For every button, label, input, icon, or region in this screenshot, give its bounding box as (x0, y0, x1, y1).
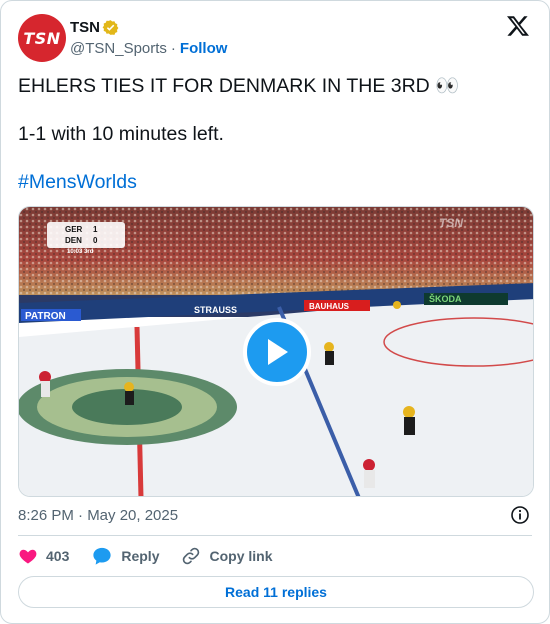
action-bar: 403 Reply Copy link (18, 544, 295, 568)
x-logo-icon[interactable] (506, 14, 530, 38)
tweet-text: EHLERS TIES IT FOR DENMARK IN THE 3RD 👀 … (18, 74, 528, 218)
tweet-embed-card: TSN TSN @TSN_Sports · Follow EHLERS TIES… (0, 0, 550, 624)
board-ad-skoda: ŠKODA (429, 293, 462, 304)
team1-score: 1 (93, 225, 98, 234)
scoreboard-overlay: GER 1 DEN 0 10:03 3rd (47, 222, 125, 255)
avatar[interactable]: TSN (18, 14, 66, 62)
tweet-timestamp[interactable]: 8:26 PM · May 20, 2025 (18, 507, 178, 524)
tweet-line-1: EHLERS TIES IT FOR DENMARK IN THE 3RD 👀 (18, 75, 460, 97)
timestamp-row: 8:26 PM · May 20, 2025 (18, 505, 532, 525)
read-replies-button[interactable]: Read 11 replies (18, 576, 534, 608)
tweet-header: TSN TSN @TSN_Sports · Follow (18, 14, 532, 64)
board-ad-bauhaus: BAUHAUS (309, 302, 350, 311)
team2-name: DEN (65, 236, 82, 245)
verified-badge-icon (102, 19, 119, 35)
heart-icon (19, 549, 37, 564)
board-ad-patron: PATRON (25, 311, 66, 322)
follow-link[interactable]: Follow (180, 40, 228, 57)
broadcaster-watermark: TSN (439, 216, 463, 230)
play-icon (268, 339, 288, 365)
board-ad-strauss: STRAUSS (194, 305, 237, 315)
like-count: 403 (46, 548, 70, 564)
reply-button[interactable]: Reply (91, 546, 159, 566)
play-button[interactable] (243, 318, 311, 386)
tweet-line-2: 1-1 with 10 minutes left. (18, 123, 224, 145)
author-handle[interactable]: @TSN_Sports (70, 40, 167, 57)
clock-period: 3rd (84, 249, 94, 255)
separator-dot: · (170, 40, 176, 57)
clock-time: 10:03 (67, 249, 83, 255)
info-icon[interactable] (510, 505, 530, 525)
video-player[interactable]: PATRON STRAUSS BAUHAUS ŠKODA TSN GER 1 D… (18, 206, 534, 497)
reply-label: Reply (121, 548, 160, 564)
game-clock: 10:03 3rd (67, 249, 93, 255)
reply-bubble-icon (93, 547, 111, 565)
avatar-logo-text: TSN (23, 28, 61, 48)
like-button[interactable]: 403 (18, 546, 69, 566)
link-icon (183, 547, 200, 565)
copy-link-button[interactable]: Copy link (181, 546, 273, 566)
divider (18, 535, 532, 536)
author-block: TSN @TSN_Sports · Follow (70, 18, 228, 58)
team1-name: GER (65, 225, 83, 234)
copy-link-label: Copy link (209, 548, 273, 564)
author-name[interactable]: TSN (70, 19, 100, 36)
hashtag-link[interactable]: #MensWorlds (18, 170, 528, 194)
team2-score: 0 (93, 236, 98, 245)
